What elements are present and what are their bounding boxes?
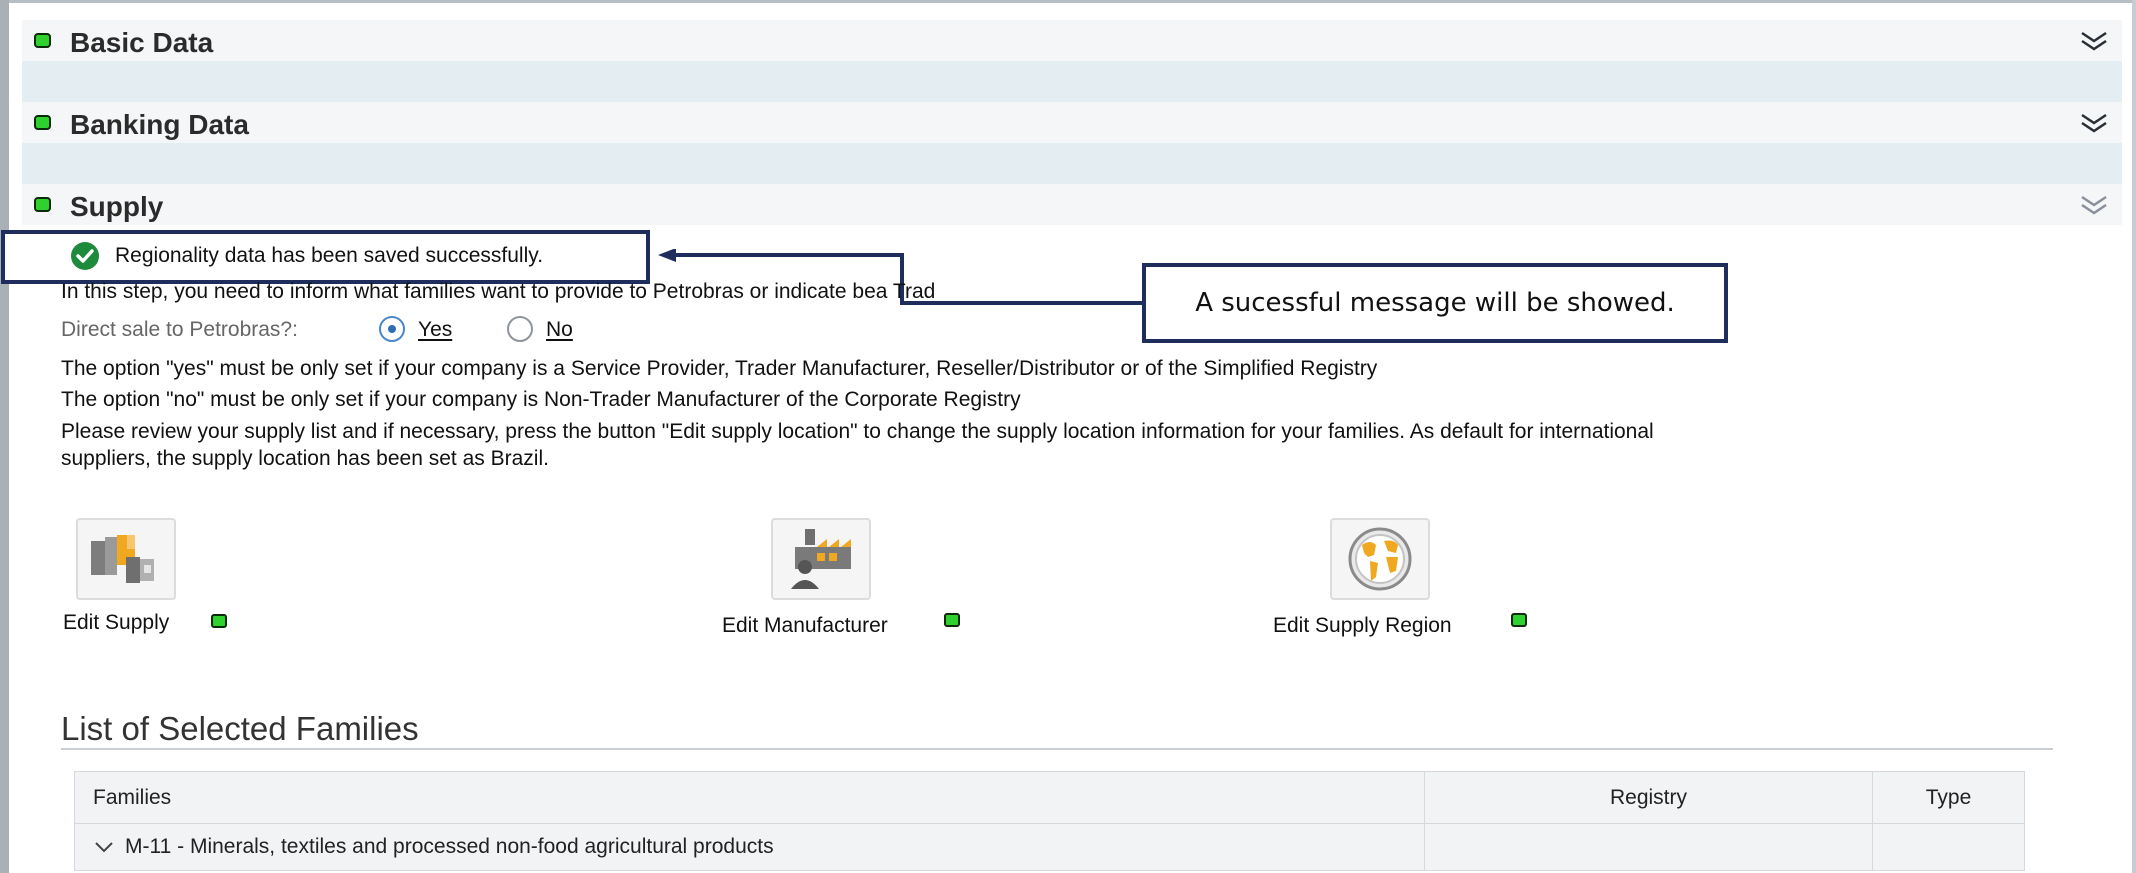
- section-divider: [22, 61, 2122, 102]
- registry-cell: [1424, 823, 1873, 871]
- table-header-row: Families Registry Type: [74, 771, 2025, 824]
- families-title: List of Selected Families: [61, 710, 419, 747]
- chevron-down-icon[interactable]: [93, 840, 115, 854]
- section-banking-data[interactable]: Banking Data: [22, 102, 2122, 143]
- review-text-line1: Please review your supply list and if ne…: [61, 420, 1654, 443]
- edit-supply-region-label[interactable]: Edit Supply Region: [1273, 614, 1452, 638]
- section-basic-data[interactable]: Basic Data: [22, 20, 2122, 61]
- success-check-icon: [71, 242, 99, 270]
- status-complete-icon: [944, 613, 960, 627]
- callout-text: A sucessful message will be showed.: [1195, 288, 1675, 318]
- status-complete-icon: [34, 115, 51, 130]
- supply-intro-text: In this step, you need to inform what fa…: [61, 280, 936, 303]
- edit-supply-region-tile[interactable]: [1330, 518, 1430, 600]
- family-name: M-11 - Minerals, textiles and processed …: [125, 835, 774, 858]
- edit-supply-label[interactable]: Edit Supply: [63, 611, 169, 635]
- radio-no[interactable]: [507, 316, 533, 342]
- families-title-rule: [61, 748, 2053, 750]
- direct-sale-label: Direct sale to Petrobras?:: [61, 318, 298, 341]
- status-complete-icon: [34, 197, 51, 212]
- column-header-families[interactable]: Families: [74, 771, 1425, 824]
- collapse-chevron-icon[interactable]: [2078, 29, 2110, 53]
- edit-manufacturer-tile[interactable]: [771, 518, 871, 600]
- section-title: Supply: [70, 191, 164, 222]
- section-title: Banking Data: [70, 109, 249, 140]
- section-title: Basic Data: [70, 27, 214, 58]
- globe-icon: [1348, 527, 1412, 591]
- window-left-border: [0, 0, 9, 873]
- status-complete-icon: [211, 614, 227, 628]
- family-cell: M-11 - Minerals, textiles and processed …: [74, 823, 1425, 871]
- edit-manufacturer-label[interactable]: Edit Manufacturer: [722, 614, 888, 638]
- section-supply[interactable]: Supply: [22, 184, 2122, 225]
- window-right-border: [2132, 0, 2136, 873]
- status-complete-icon: [1511, 613, 1527, 627]
- success-message: Regionality data has been saved successf…: [115, 244, 544, 267]
- column-header-registry[interactable]: Registry: [1424, 771, 1873, 824]
- review-text-line2: suppliers, the supply location has been …: [61, 447, 549, 470]
- section-divider: [22, 143, 2122, 184]
- window-top-border: [0, 0, 2136, 3]
- families-table: Families Registry Type M-11 - Minerals, …: [74, 771, 2025, 871]
- manufacturer-icon: [791, 529, 851, 589]
- edit-supply-tile[interactable]: [76, 518, 176, 600]
- table-row[interactable]: M-11 - Minerals, textiles and processed …: [74, 823, 2025, 871]
- radio-yes[interactable]: [379, 316, 405, 342]
- type-cell: [1872, 823, 2025, 871]
- status-complete-icon: [34, 33, 51, 48]
- annotation-callout: A sucessful message will be showed.: [1142, 263, 1728, 343]
- note-yes: The option "yes" must be only set if you…: [61, 357, 1378, 380]
- column-header-type[interactable]: Type: [1872, 771, 2025, 824]
- note-no: The option "no" must be only set if your…: [61, 388, 1021, 411]
- supply-icon: [91, 535, 154, 583]
- collapse-chevron-icon[interactable]: [2078, 111, 2110, 135]
- radio-yes-label[interactable]: Yes: [418, 318, 452, 342]
- collapse-chevron-icon[interactable]: [2078, 193, 2110, 217]
- radio-no-label[interactable]: No: [546, 318, 573, 342]
